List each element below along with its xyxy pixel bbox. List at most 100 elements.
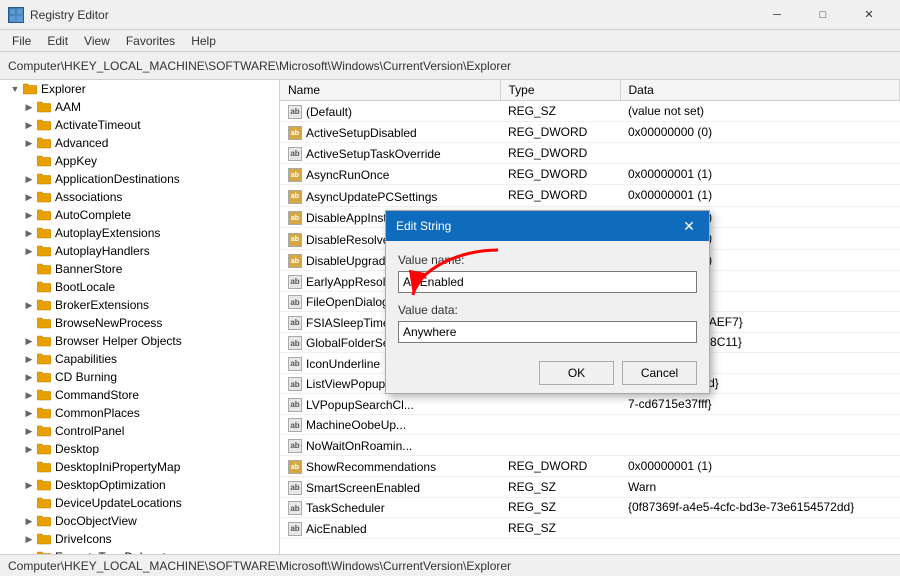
- tree-item-browserhelper[interactable]: ▶ Browser Helper Objects: [0, 332, 279, 350]
- reg-data-cell: 0x00000001 (1): [620, 455, 900, 477]
- reg-type-cell: REG_DWORD: [500, 163, 620, 185]
- reg-name-cell: abAicEnabled: [280, 518, 500, 539]
- table-row[interactable]: abSmartScreenEnabledREG_SZWarn: [280, 477, 900, 498]
- folder-icon-browsenewproc: [36, 316, 52, 330]
- folder-icon-capabilities: [36, 352, 52, 366]
- maximize-button[interactable]: □: [800, 0, 846, 30]
- tree-item-appdest[interactable]: ▶ ApplicationDestinations: [0, 170, 279, 188]
- tree-item-autoplayhandlers[interactable]: ▶ AutoplayHandlers: [0, 242, 279, 260]
- tree-item-appkey[interactable]: AppKey: [0, 152, 279, 170]
- reg-type-cell: REG_DWORD: [500, 455, 620, 477]
- title-bar: Registry Editor ─ □ ✕: [0, 0, 900, 30]
- address-bar: Computer\HKEY_LOCAL_MACHINE\SOFTWARE\Mic…: [0, 52, 900, 80]
- col-data[interactable]: Data: [620, 80, 900, 101]
- close-button[interactable]: ✕: [846, 0, 892, 30]
- tree-item-activatetimeout[interactable]: ▶ ActivateTimeout: [0, 116, 279, 134]
- tree-item-controlpanel[interactable]: ▶ ControlPanel: [0, 422, 279, 440]
- tree-item-executetype[interactable]: ▶ ExecuteTypeDelegates: [0, 548, 279, 554]
- expand-icon-driveicons: ▶: [22, 532, 36, 546]
- modal-title-bar[interactable]: Edit String ✕: [386, 211, 709, 241]
- tree-item-activatetimeout-label: ActivateTimeout: [55, 118, 141, 132]
- tree-item-bootlocale[interactable]: BootLocale: [0, 278, 279, 296]
- expand-icon-brokerext: ▶: [22, 298, 36, 312]
- expand-icon-autocomplete: ▶: [22, 208, 36, 222]
- tree-item-desktopopt[interactable]: ▶ DesktopOptimization: [0, 476, 279, 494]
- reg-type-cell: REG_DWORD: [500, 121, 620, 143]
- tree-item-desktopini-label: DesktopIniPropertyMap: [55, 460, 180, 474]
- tree-item-bannerstore[interactable]: BannerStore: [0, 260, 279, 278]
- tree-item-autoplayext[interactable]: ▶ AutoplayExtensions: [0, 224, 279, 242]
- tree-item-commonplaces[interactable]: ▶ CommonPlaces: [0, 404, 279, 422]
- menu-view[interactable]: View: [76, 32, 118, 50]
- tree-item-desktop[interactable]: ▶ Desktop: [0, 440, 279, 458]
- menu-file[interactable]: File: [4, 32, 39, 50]
- expand-icon-activate: ▶: [22, 118, 36, 132]
- tree-item-driveicons[interactable]: ▶ DriveIcons: [0, 530, 279, 548]
- folder-icon-cdburning: [36, 370, 52, 384]
- reg-name-cell: abMachineOobeUp...: [280, 414, 500, 435]
- cancel-button[interactable]: Cancel: [622, 361, 697, 385]
- menu-help[interactable]: Help: [183, 32, 224, 50]
- expand-icon-bootlocale: [22, 280, 36, 294]
- tree-panel[interactable]: ▼ Explorer ▶ AAM ▶: [0, 80, 280, 554]
- tree-item-aam[interactable]: ▶ AAM: [0, 98, 279, 116]
- tree-item-docobject[interactable]: ▶ DocObjectView: [0, 512, 279, 530]
- table-row[interactable]: abShowRecommendationsREG_DWORD0x00000001…: [280, 455, 900, 477]
- folder-icon-deviceupdate: [36, 496, 52, 510]
- tree-item-desktopini[interactable]: DesktopIniPropertyMap: [0, 458, 279, 476]
- value-data-label: Value data:: [398, 303, 697, 317]
- table-row[interactable]: ab(Default)REG_SZ(value not set): [280, 101, 900, 122]
- table-row[interactable]: abAsyncUpdatePCSettingsREG_DWORD0x000000…: [280, 185, 900, 207]
- tree-item-brokerext[interactable]: ▶ BrokerExtensions: [0, 296, 279, 314]
- tree-item-bannerstore-label: BannerStore: [55, 262, 122, 276]
- reg-name-cell: abAsyncUpdatePCSettings: [280, 185, 500, 207]
- tree-item-cdburning[interactable]: ▶ CD Burning: [0, 368, 279, 386]
- tree-item-capabilities[interactable]: ▶ Capabilities: [0, 350, 279, 368]
- reg-type-cell: [500, 394, 620, 415]
- tree-item-explorer[interactable]: ▼ Explorer: [0, 80, 279, 98]
- tree-item-deviceupdate[interactable]: DeviceUpdateLocations: [0, 494, 279, 512]
- tree-item-commandstore-label: CommandStore: [55, 388, 139, 402]
- value-data-input[interactable]: [398, 321, 697, 343]
- col-name[interactable]: Name: [280, 80, 500, 101]
- tree-item-desktop-label: Desktop: [55, 442, 99, 456]
- table-row[interactable]: abActiveSetupDisabledREG_DWORD0x00000000…: [280, 121, 900, 143]
- table-row[interactable]: abTaskSchedulerREG_SZ{0f87369f-a4e5-4cfc…: [280, 497, 900, 518]
- table-row[interactable]: abLVPopupSearchCl... 7-cd6715e37fff}: [280, 394, 900, 415]
- folder-icon-browserhelper: [36, 334, 52, 348]
- reg-data-cell: Warn: [620, 477, 900, 498]
- table-row[interactable]: abNoWaitOnRoamin...: [280, 435, 900, 456]
- expand-icon-deviceupdate: [22, 496, 36, 510]
- table-row[interactable]: abActiveSetupTaskOverrideREG_DWORD: [280, 143, 900, 164]
- ok-button[interactable]: OK: [539, 361, 614, 385]
- menu-edit[interactable]: Edit: [39, 32, 76, 50]
- tree-item-autoplayext-label: AutoplayExtensions: [55, 226, 160, 240]
- reg-name-cell: abSmartScreenEnabled: [280, 477, 500, 498]
- tree-item-associations[interactable]: ▶ Associations: [0, 188, 279, 206]
- folder-icon-docobject: [36, 514, 52, 528]
- reg-data-cell: 7-cd6715e37fff}: [620, 394, 900, 415]
- tree-item-browsenewproc[interactable]: BrowseNewProcess: [0, 314, 279, 332]
- folder-icon-explorer: [22, 82, 38, 96]
- expand-icon-bannerstore: [22, 262, 36, 276]
- table-row[interactable]: abMachineOobeUp...: [280, 414, 900, 435]
- folder-icon-desktopini: [36, 460, 52, 474]
- table-row[interactable]: abAsyncRunOnceREG_DWORD0x00000001 (1): [280, 163, 900, 185]
- edit-string-modal: Edit String ✕ Value name: Value data: OK…: [385, 210, 710, 394]
- value-name-input[interactable]: [398, 271, 697, 293]
- tree-item-autocomplete[interactable]: ▶ AutoComplete: [0, 206, 279, 224]
- tree-item-explorer-label: Explorer: [41, 82, 86, 96]
- tree-item-advanced[interactable]: ▶ Advanced: [0, 134, 279, 152]
- tree-item-commandstore[interactable]: ▶ CommandStore: [0, 386, 279, 404]
- modal-close-button[interactable]: ✕: [679, 216, 699, 236]
- col-type[interactable]: Type: [500, 80, 620, 101]
- tree-item-executetype-label: ExecuteTypeDelegates: [55, 550, 178, 554]
- menu-favorites[interactable]: Favorites: [118, 32, 183, 50]
- table-row[interactable]: abAicEnabledREG_SZ: [280, 518, 900, 539]
- tree-item-brokerext-label: BrokerExtensions: [55, 298, 149, 312]
- expand-icon-desktopini: [22, 460, 36, 474]
- reg-name-cell: abLVPopupSearchCl...: [280, 394, 500, 415]
- minimize-button[interactable]: ─: [754, 0, 800, 30]
- expand-icon-cdburning: ▶: [22, 370, 36, 384]
- tree-item-autoplayhandlers-label: AutoplayHandlers: [55, 244, 150, 258]
